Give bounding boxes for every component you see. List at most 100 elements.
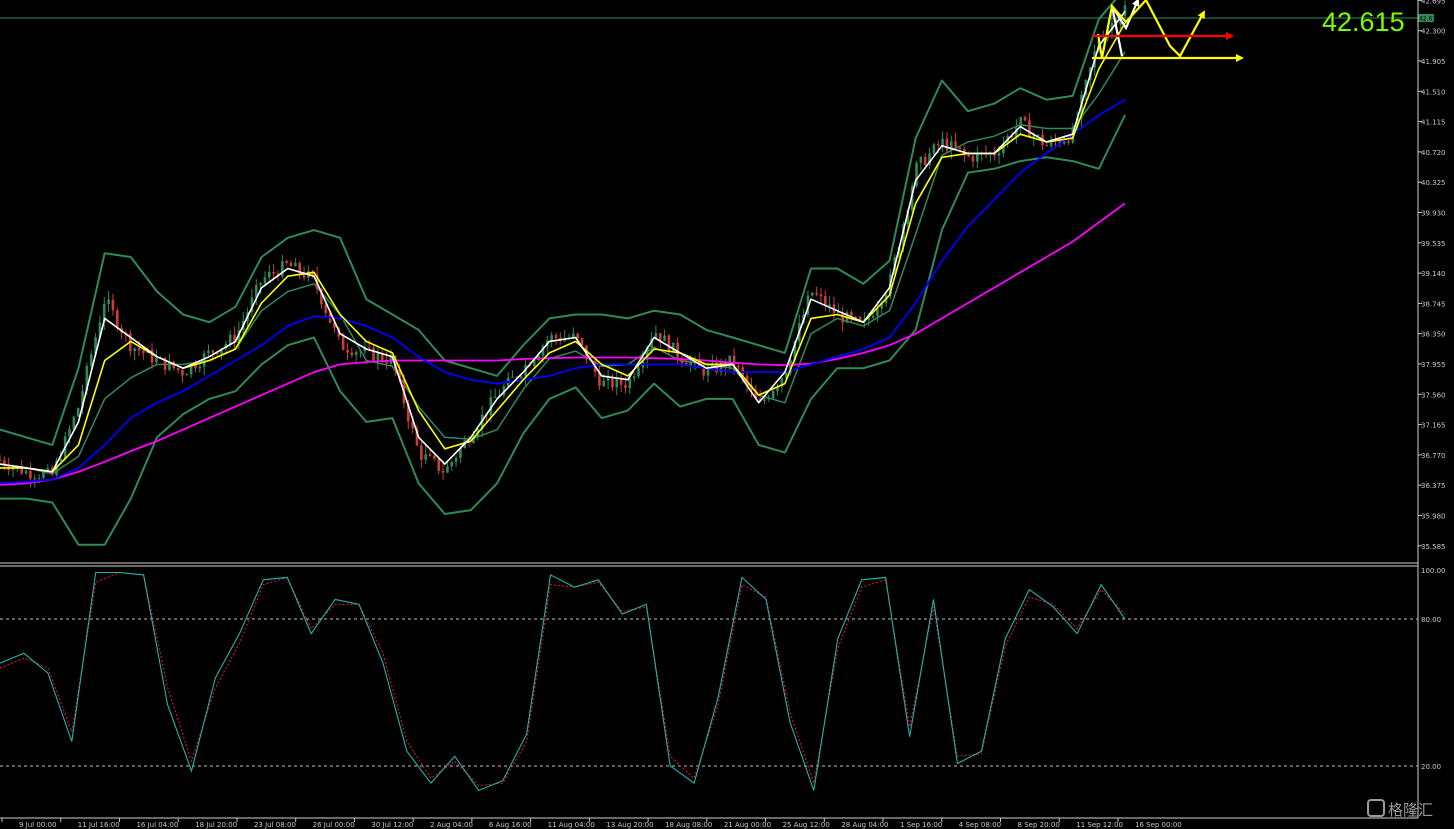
watermark-text: 格隆汇	[1388, 801, 1433, 819]
candle-body	[281, 261, 284, 277]
bollinger-bands	[0, 0, 1126, 546]
candle-body	[420, 445, 423, 460]
candle-body	[1067, 141, 1070, 143]
time-tick-label: 13 Aug 20:00	[606, 821, 653, 829]
candle-body	[346, 349, 349, 353]
candle-body	[155, 357, 158, 363]
price-tick-label: 39.535	[1421, 240, 1446, 248]
candle-body	[133, 348, 136, 352]
candle-body	[923, 156, 927, 165]
price-tick-label: 41.115	[1421, 119, 1446, 127]
time-tick-label: 21 Aug 00:00	[724, 821, 771, 829]
candle-body	[142, 350, 145, 353]
candle-body	[24, 470, 28, 474]
candle-body	[511, 376, 514, 378]
watermark-logo-icon	[1367, 799, 1385, 817]
candle-body	[354, 352, 358, 356]
time-tick-label: 18 Jul 20:00	[195, 821, 237, 829]
price-tick-label: 40.325	[1421, 179, 1446, 187]
candle-body	[437, 458, 441, 471]
candle-body	[602, 380, 606, 387]
candle-body	[181, 369, 184, 376]
candle-body	[289, 262, 293, 267]
candle-body	[441, 470, 445, 473]
time-tick-label: 16 Jul 04:00	[136, 821, 178, 829]
candle-body	[945, 138, 949, 151]
candle-body	[628, 378, 632, 389]
candle-body	[737, 365, 740, 368]
ma-medium-line	[0, 22, 1126, 473]
price-tick-label: 36.770	[1421, 452, 1446, 460]
projection-arrows	[1092, 0, 1244, 62]
candle-body	[433, 455, 436, 459]
time-tick-label: 11 Jul 16:00	[78, 821, 120, 829]
price-tick-label: 42.300	[1421, 28, 1446, 36]
candle-body	[997, 153, 1001, 156]
candle-body	[763, 399, 766, 401]
candle-body	[176, 368, 180, 370]
last-price-label: 42.615	[1322, 7, 1405, 37]
candle-body	[268, 272, 271, 278]
candle-body	[667, 335, 671, 352]
time-tick-label: 26 Jul 00:00	[313, 821, 355, 829]
candle-body	[554, 335, 558, 339]
candle-body	[228, 335, 232, 344]
price-tick-label: 39.930	[1421, 209, 1446, 217]
candle-body	[671, 342, 675, 352]
stochastic-k-line	[0, 571, 1126, 792]
price-tick-label: 41.510	[1421, 88, 1446, 96]
candle-body	[59, 459, 63, 461]
time-tick-label: 1 Sep 16:00	[900, 821, 942, 829]
bollinger-lower-line	[0, 114, 1126, 546]
candle-body	[550, 335, 553, 341]
chart-canvas: 42.615 42.615 42.695 42.300 41.905 41.510 41…	[0, 0, 1446, 829]
candle-body	[107, 299, 110, 305]
candle-body	[350, 352, 354, 356]
candle-body	[519, 376, 523, 379]
candle-body	[341, 336, 345, 350]
candle-body	[446, 466, 449, 473]
candle-body	[72, 416, 76, 429]
candle-body	[367, 347, 371, 349]
candle-body	[815, 292, 818, 295]
time-tick-label: 11 Sep 12:00	[1076, 821, 1123, 829]
stochastic-tick-label: 20.00	[1421, 763, 1441, 771]
price-tick-label: 37.560	[1421, 391, 1446, 399]
price-tick-label: 37.955	[1421, 361, 1446, 369]
candle-body	[207, 350, 210, 354]
price-tick-label: 41.905	[1421, 58, 1446, 66]
candle-body	[259, 283, 262, 286]
price-pane: 42.615 42.615 42.695 42.300 41.905 41.510 41…	[0, 0, 1446, 551]
candle-body	[33, 478, 37, 480]
watermark: 格隆汇	[1367, 799, 1433, 819]
candle-body	[115, 310, 119, 328]
candle-body	[454, 457, 458, 463]
candle-body	[871, 315, 875, 318]
candle-body	[185, 374, 189, 376]
current-price-tag-text: 42.615	[1419, 16, 1440, 23]
price-tick-label: 36.375	[1421, 482, 1446, 490]
candle-body	[954, 141, 957, 148]
candle-body	[89, 354, 93, 366]
candle-body	[1028, 120, 1031, 138]
candle-body	[576, 333, 580, 339]
candle-body	[919, 156, 923, 163]
time-tick-label: 28 Aug 04:00	[841, 821, 888, 829]
candle-body	[967, 153, 970, 157]
projection-path-arrow	[1096, 0, 1205, 59]
time-tick-label: 25 Aug 12:00	[783, 821, 830, 829]
time-tick-label: 9 Jul 00:00	[19, 821, 57, 829]
candle-body	[263, 277, 267, 284]
candle-body	[29, 470, 32, 479]
price-tick-label: 39.140	[1421, 270, 1446, 278]
time-tick-label: 8 Sep 20:00	[1018, 821, 1060, 829]
candle-body	[771, 391, 775, 399]
candle-body	[624, 384, 627, 389]
time-tick-label: 6 Aug 16:00	[489, 821, 532, 829]
candle-body	[424, 454, 427, 460]
candle-body	[936, 144, 940, 146]
candle-body	[663, 335, 666, 342]
candle-body	[272, 272, 275, 274]
candle-body	[632, 376, 636, 379]
price-tick-label: 40.720	[1421, 149, 1446, 157]
